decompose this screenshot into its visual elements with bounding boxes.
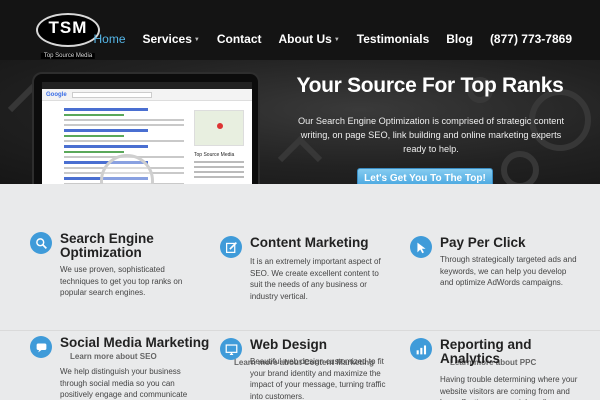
nav-item-label: Contact <box>216 32 262 46</box>
nav-item-services[interactable]: Services ▼ <box>143 32 200 46</box>
nav-item-blog[interactable]: Blog <box>446 32 473 46</box>
nav-item-label: Blog <box>446 32 473 46</box>
feature-title: Search Engine Optimization <box>60 231 154 260</box>
logo-subtitle: Top Source Media <box>40 53 96 59</box>
edit-icon <box>220 236 242 258</box>
hero-text: Our Search Engine Optimization is compri… <box>297 116 565 154</box>
feature-title: Web Design <box>250 337 328 352</box>
feature-description: Beautiful web design customized to fit y… <box>250 357 386 400</box>
feature-title: Social Media Marketing <box>60 335 210 350</box>
feature-description: Having trouble determining where your we… <box>440 375 578 400</box>
listing-title: Top Source Media <box>194 152 235 158</box>
feature-title: Pay Per Click <box>440 235 526 250</box>
tablet-screen: Google Top Source Media <box>42 82 252 184</box>
main-nav: Home Services ▼ Contact About Us ▼ Testimonial… <box>76 32 572 46</box>
chart-icon <box>410 338 432 360</box>
nav-item-label: (877) 773-7869 <box>489 32 572 46</box>
features-section: Search Engine Optimization We use proven,… <box>0 184 600 400</box>
feature-title: Reporting and Analytics <box>440 337 532 366</box>
business-listing: Top Source Media <box>194 152 244 181</box>
nav-item-label: Services <box>142 32 192 46</box>
google-search-bar: Google <box>42 89 252 101</box>
nav-item-label: About Us <box>278 32 332 46</box>
search-icon <box>30 232 52 254</box>
chevron-down-icon: ▼ <box>333 37 340 43</box>
nav-item-home[interactable]: Home <box>93 32 125 46</box>
monitor-icon <box>220 338 242 360</box>
nav-item-about-us[interactable]: About Us ▼ <box>279 32 340 46</box>
nav-item-testimonials[interactable]: Testimonials <box>357 32 429 46</box>
hero-banner: Google Top Source Media Your Source For … <box>0 60 600 184</box>
feature-description: Through strategically targeted ads and k… <box>440 255 577 287</box>
chat-icon <box>30 336 52 358</box>
cta-button[interactable]: Let's Get You To The Top! <box>357 168 493 184</box>
map-thumbnail <box>194 110 244 146</box>
hero-title: Your Source For Top Ranks <box>296 74 564 97</box>
learn-more-link[interactable]: Learn more about SEO <box>70 352 157 361</box>
tablet-status-bar <box>42 82 252 89</box>
feature-title: Content Marketing <box>250 235 369 250</box>
tablet-search-box <box>71 91 152 98</box>
tablet-mockup: Google Top Source Media <box>32 72 260 184</box>
feature-description: We use proven, sophisticated techniques … <box>60 265 183 297</box>
nav-item-label: Testimonials <box>356 32 430 46</box>
nav-item-contact[interactable]: Contact <box>217 32 262 46</box>
nav-item-877-773-7869[interactable]: (877) 773-7869 <box>490 32 572 46</box>
feature-description: We help distinguish your business throug… <box>60 367 188 399</box>
nav-item-label: Home <box>93 32 126 46</box>
cursor-icon <box>410 236 432 258</box>
feature-description: It is an extremely important aspect of S… <box>250 257 381 301</box>
google-logo: Google <box>46 91 67 98</box>
map-pin-icon <box>217 123 223 129</box>
features-divider <box>0 330 600 331</box>
chevron-down-icon: ▼ <box>193 37 200 43</box>
